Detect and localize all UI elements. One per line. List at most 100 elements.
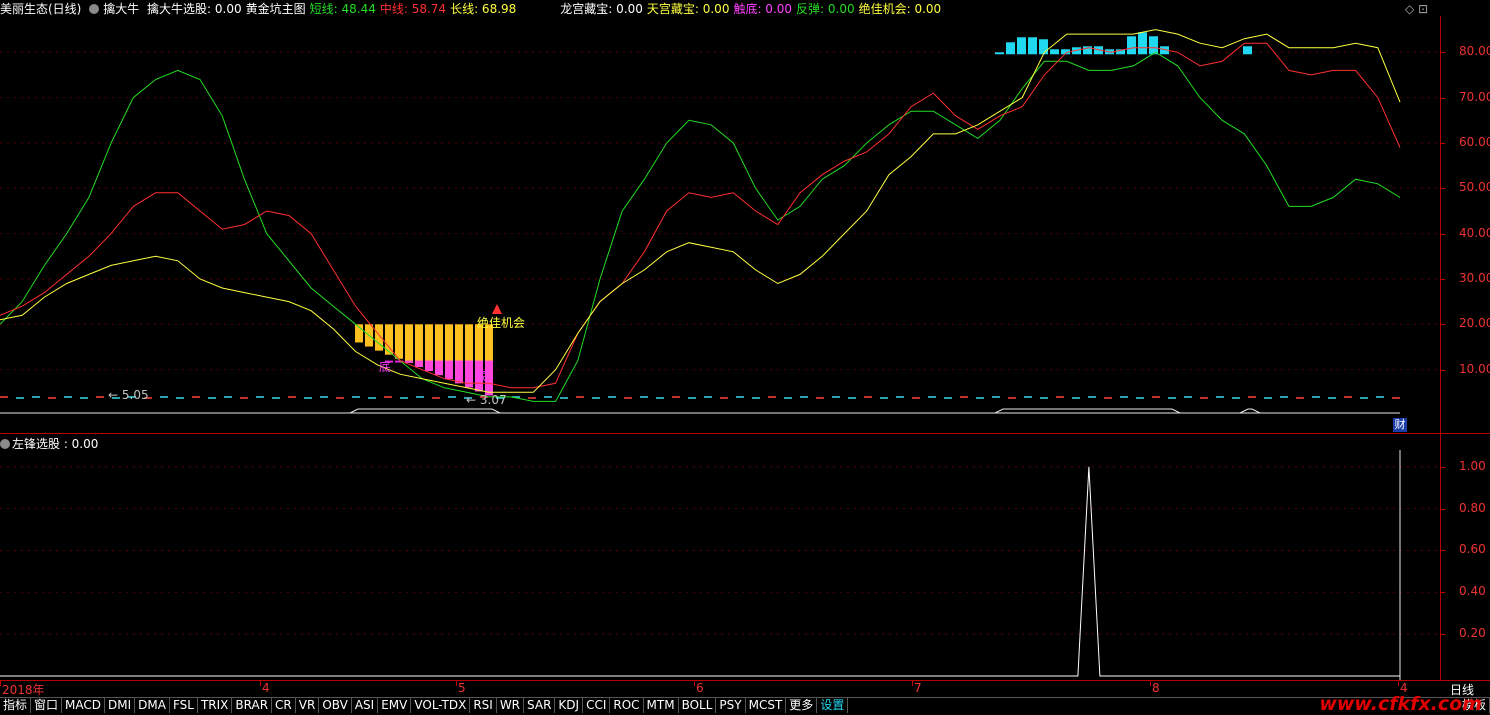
- tab-psy[interactable]: PSY: [716, 698, 746, 713]
- bottom-bar: [445, 360, 453, 380]
- tab-vol-tdx[interactable]: VOL-TDX: [411, 698, 471, 713]
- bottom-label: 底: [379, 359, 391, 374]
- tab-窗口[interactable]: 窗口: [31, 698, 63, 713]
- date-tick: [1150, 681, 1151, 686]
- axis-tick: [1441, 508, 1445, 510]
- tab-mtm[interactable]: MTM: [644, 698, 679, 713]
- treasure-bar: [1017, 37, 1026, 55]
- date-tick: [694, 681, 695, 686]
- indicator-tab-bar: 指标 窗口 MACD DMI DMA FSL TRIX BRAR CR VR OBV ASI EMV VO…: [0, 697, 1490, 714]
- treasure-bar: [1127, 36, 1136, 55]
- axis-tick: [1441, 592, 1445, 594]
- price-axis-label: 60.00: [1459, 134, 1490, 149]
- tab-sar[interactable]: SAR: [524, 698, 556, 713]
- golden-pit-bar: [375, 324, 383, 351]
- price-axis-label: 20.00: [1459, 316, 1490, 331]
- sub-axis-label: 0.80: [1459, 500, 1486, 515]
- bottom-bar: [455, 360, 463, 384]
- tab-wr[interactable]: WR: [497, 698, 525, 713]
- axis-tick: [1441, 466, 1445, 468]
- treasure-bar: [1083, 46, 1092, 55]
- indicator-menu-icon[interactable]: [0, 439, 10, 449]
- indicator-value: 龙宫藏宝: 0.00: [560, 2, 643, 16]
- sub-axis-label: 0.20: [1459, 626, 1486, 641]
- tab-dmi[interactable]: DMI: [105, 698, 136, 713]
- treasure-bar: [1050, 49, 1059, 55]
- indicator-value: 天宫藏宝: 0.00: [646, 2, 730, 16]
- sub-indicator-chart[interactable]: [0, 450, 1440, 680]
- tab-brar[interactable]: BRAR: [232, 698, 273, 713]
- tab-roc[interactable]: ROC: [610, 698, 644, 713]
- price-axis: 80.00 70.00 60.00 50.00 40.00 30.00 20.00 10.00: [1440, 16, 1490, 433]
- indicator-value: 黄金坑主图: [245, 2, 306, 16]
- price-axis-label: 40.00: [1459, 225, 1490, 240]
- tab-cr[interactable]: CR: [272, 698, 296, 713]
- date-tick: [912, 681, 913, 686]
- golden-pit-bar: [405, 324, 413, 363]
- sub-axis-label: 1.00: [1459, 458, 1486, 473]
- indicator-value: 短线: 48.44: [309, 2, 376, 16]
- main-indicator-chart[interactable]: 绝佳机会底底← 5.05 ← 3.07: [0, 16, 1440, 433]
- stock-name[interactable]: 美丽生态(日线): [0, 2, 81, 16]
- indicator-value: 触底: 0.00: [733, 2, 793, 16]
- date-tick: [260, 681, 261, 686]
- series-line-22dd22: [0, 51, 1401, 402]
- tab-asi[interactable]: ASI: [352, 698, 379, 713]
- tab-trix[interactable]: TRIX: [198, 698, 233, 713]
- tab-指标[interactable]: 指标: [0, 698, 32, 713]
- sub-axis-label: 0.60: [1459, 542, 1486, 557]
- indicator-name[interactable]: 擒大牛: [103, 2, 139, 16]
- indicator-value: 反弹: 0.00: [796, 2, 855, 16]
- window-controls: ◇ ⊡: [1405, 2, 1428, 16]
- sub-indicator-label[interactable]: 左锋选股 : 0.00: [12, 437, 98, 451]
- tab-macd[interactable]: MACD: [62, 698, 106, 713]
- signal-arrow-icon: [492, 304, 502, 314]
- bottom-bar: [425, 360, 433, 372]
- axis-tick: [1441, 369, 1445, 371]
- price-axis-label: 50.00: [1459, 180, 1490, 195]
- sub-axis-label: 0.40: [1459, 584, 1486, 599]
- baseline-bump: [1239, 408, 1261, 414]
- low-marker: ← 5.05: [108, 388, 149, 402]
- price-axis-label: 30.00: [1459, 270, 1490, 285]
- date-tick: [456, 681, 457, 686]
- axis-tick: [1441, 634, 1445, 636]
- tab-设置[interactable]: 设置: [817, 698, 849, 713]
- tab-cci[interactable]: CCI: [583, 698, 611, 713]
- watermark: www.cfkfx.com: [1319, 693, 1482, 715]
- indicator-menu-icon[interactable]: [89, 4, 100, 14]
- pane-divider[interactable]: [0, 433, 1490, 434]
- sub-series-line: [0, 466, 1400, 677]
- finance-badge[interactable]: 财: [1393, 418, 1407, 432]
- golden-pit-bar: [395, 324, 403, 359]
- tab-fsl[interactable]: FSL: [170, 698, 198, 713]
- bottom-bar: [435, 360, 443, 376]
- restore-icon[interactable]: ⊡: [1418, 2, 1428, 16]
- treasure-bar: [1006, 42, 1015, 55]
- price-axis-label: 80.00: [1459, 44, 1490, 59]
- indicator-value: 绝佳机会: 0.00: [858, 2, 942, 16]
- date-label: 7: [914, 681, 922, 695]
- tab-emv[interactable]: EMV: [378, 698, 412, 713]
- indicator-values: 擒大牛选股: 0.00 黄金坑主图 短线: 48.44 中线: 58.74 长线: 68…: [147, 2, 945, 16]
- low-marker: ← 3.07: [466, 393, 507, 407]
- sub-axis: 1.00 0.80 0.60 0.40 0.20: [1440, 434, 1490, 680]
- tab-obv[interactable]: OBV: [319, 698, 352, 713]
- date-tick: [1398, 681, 1399, 686]
- treasure-bar: [1243, 46, 1252, 55]
- bottom-label: 底: [475, 368, 487, 383]
- tab-kdj[interactable]: KDJ: [555, 698, 584, 713]
- tab-mcst[interactable]: MCST: [746, 698, 787, 713]
- baseline-bump: [994, 408, 1181, 414]
- price-axis-label: 10.00: [1459, 361, 1490, 376]
- diamond-icon[interactable]: ◇: [1405, 2, 1414, 16]
- tab-dma[interactable]: DMA: [135, 698, 170, 713]
- tab-rsi[interactable]: RSI: [470, 698, 497, 713]
- indicator-value: 中线: 58.74: [379, 2, 447, 16]
- date-tick: [0, 681, 1, 686]
- tab-更多[interactable]: 更多: [786, 698, 818, 713]
- tab-boll[interactable]: BOLL: [679, 698, 717, 713]
- treasure-bar: [1138, 32, 1147, 55]
- price-axis-label: 70.00: [1459, 89, 1490, 104]
- tab-vr[interactable]: VR: [296, 698, 320, 713]
